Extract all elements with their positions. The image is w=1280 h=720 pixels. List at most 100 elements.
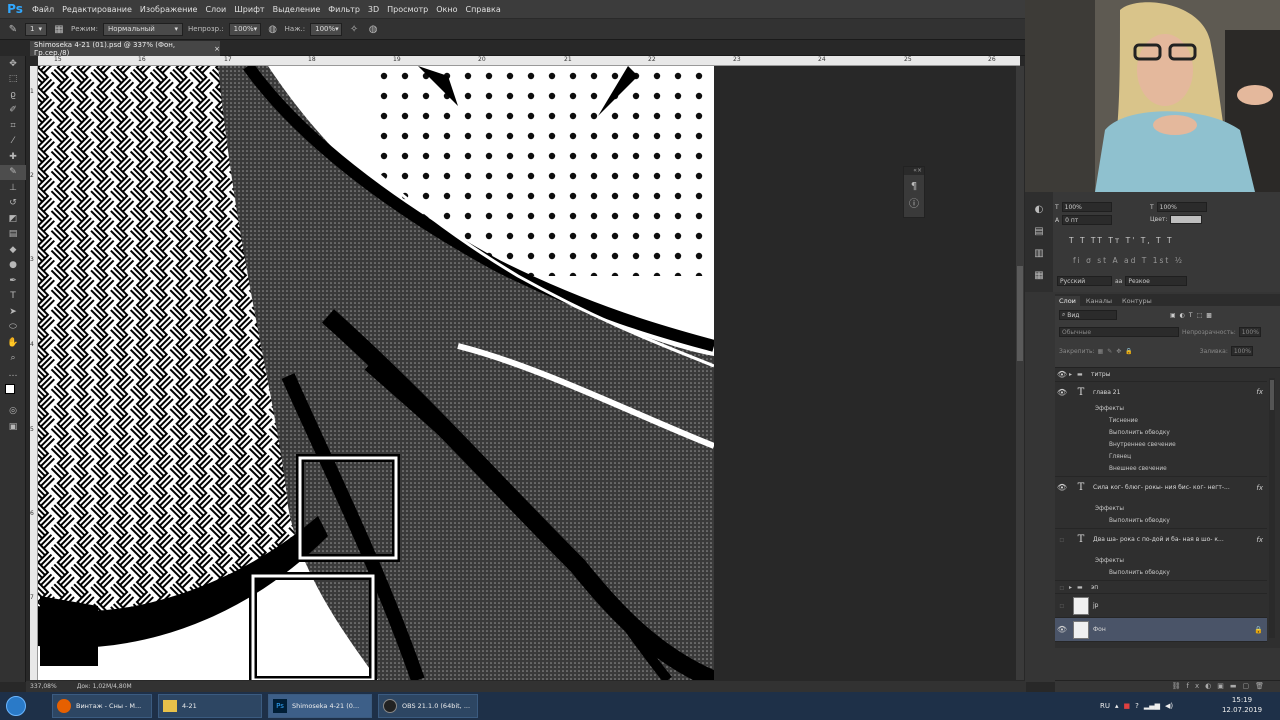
pen-tool-icon[interactable]: ✒ [0,273,26,289]
effect-item[interactable]: Внешнее свечение [1109,466,1167,472]
antialias-select[interactable]: Резкое [1125,276,1188,286]
marquee-tool-icon[interactable]: ⬚ [0,72,26,88]
effect-item[interactable]: Выполнить обводку [1109,518,1170,524]
path-select-tool-icon[interactable]: ➤ [0,304,26,320]
foreground-color-swatch[interactable] [5,383,15,394]
menu-view[interactable]: Просмотр [385,5,434,14]
visibility-eye-icon[interactable]: 👁 [1055,625,1069,634]
help-icon[interactable]: ? [1135,702,1139,710]
vertical-scale-input[interactable]: 100% [1061,202,1112,212]
layers-scrollbar[interactable] [1269,378,1275,638]
character-panel-icon[interactable]: ¶ [907,179,921,193]
fx-icon[interactable]: fx [1256,388,1263,396]
visibility-eye-icon[interactable]: 👁 [1055,388,1069,397]
size-pressure-icon[interactable]: ◍ [366,22,380,36]
manga-artwork[interactable] [38,66,714,680]
text-color-swatch[interactable] [1170,215,1203,224]
gradient-tool-icon[interactable]: ▤ [0,227,26,243]
dodge-tool-icon[interactable]: ● [0,258,26,274]
document-tab[interactable]: Shimoseka 4-21 (01).psd @ 337% (Фон, Гр.… [30,41,220,57]
layer-row[interactable]: 👁 T Сила ког- блюг- рокы- ния бис- ког- … [1055,476,1267,498]
language-select[interactable]: Русский [1057,276,1112,286]
menu-filter[interactable]: Фильтр [326,5,366,14]
effect-item[interactable]: Выполнить обводку [1109,570,1170,576]
expand-arrow-icon[interactable]: ▸ [1069,584,1077,591]
eraser-tool-icon[interactable]: ◩ [0,211,26,227]
lasso-tool-icon[interactable]: ϱ [0,87,26,103]
opacity-pressure-icon[interactable]: ◍ [266,22,280,36]
color-swatches[interactable] [0,382,26,404]
menu-layers[interactable]: Слои [203,5,232,14]
zoom-level[interactable]: 337,08% [30,683,57,690]
layer-action-icons[interactable]: ⛓fx◐▣▬▢🗑 [1172,682,1270,690]
effect-item[interactable]: Внутреннее свечение [1109,442,1176,448]
menu-select[interactable]: Выделение [271,5,327,14]
network-icon[interactable]: ▂▄▆ [1144,702,1160,710]
clock[interactable]: 15:19 12.07.2019 [1214,695,1270,715]
type-tool-icon[interactable]: T [0,289,26,305]
actions-icon[interactable]: ▦ [1032,268,1046,282]
taskbar-obs[interactable]: OBS 21.1.0 (64bit, ... [378,694,478,718]
tab-paths[interactable]: Контуры [1118,296,1156,306]
layer-row[interactable]: ▫ jp [1055,594,1267,618]
visibility-off-icon[interactable]: ▫ [1055,601,1069,610]
shape-tool-icon[interactable]: ⬭ [0,320,26,336]
opacity-input[interactable]: 100% ▾ [228,22,261,36]
adjust-icon[interactable]: ◐ [1032,202,1046,216]
zoom-tool-icon[interactable]: ⌕ [0,351,26,367]
effects-label[interactable]: Эффекты [1095,406,1124,412]
start-button[interactable] [6,696,26,716]
tab-layers[interactable]: Слои [1055,296,1080,306]
mini-panel-close-icon[interactable]: «× [904,167,924,175]
blur-tool-icon[interactable]: ◆ [0,242,26,258]
canvas-area[interactable] [38,66,1018,680]
layers-comp-icon[interactable]: ▥ [1032,246,1046,260]
text-style-buttons[interactable]: T T TT Tт T' T, T T [1069,236,1174,245]
brush-tool-icon[interactable]: ✎ [6,22,20,36]
menu-image[interactable]: Изображение [138,5,204,14]
filter-type-icons[interactable]: ▣◐T⬚▩ [1170,312,1216,319]
mode-select[interactable]: Нормальный ▾ [103,22,184,36]
eyedropper-tool-icon[interactable]: ⁄ [0,134,26,150]
visibility-off-icon[interactable]: ▫ [1055,583,1069,592]
brush-tool-selected-icon[interactable]: ✎ [0,164,26,180]
pressure-input[interactable]: 100% ▾ [310,22,343,36]
quick-mask-icon[interactable]: ◎ [0,404,26,420]
lock-icons[interactable]: ▦✎✥🔒 [1098,348,1137,355]
extra-tools-icon[interactable]: … [0,366,26,382]
vertical-scrollbar[interactable] [1016,66,1024,680]
move-tool-icon[interactable]: ✥ [0,56,26,72]
airbrush-icon[interactable]: ✧ [347,22,361,36]
language-indicator[interactable]: RU [1100,702,1110,710]
menu-file[interactable]: Файл [30,5,60,14]
layer-row[interactable]: 👁 T глава 21 fx [1055,382,1267,402]
brush-panel-icon[interactable]: ▦ [52,22,66,36]
fx-icon[interactable]: fx [1256,484,1263,492]
menu-type[interactable]: Шрифт [232,5,270,14]
visibility-off-icon[interactable]: ▫ [1055,535,1069,544]
hand-tool-icon[interactable]: ✋ [0,335,26,351]
layers-scroll-thumb[interactable] [1270,380,1274,410]
quick-select-tool-icon[interactable]: ✐ [0,103,26,119]
tray-expand-icon[interactable]: ▴ [1115,702,1119,710]
visibility-eye-icon[interactable]: 👁 [1055,483,1069,492]
close-tab-icon[interactable]: × [214,45,220,53]
taskbar-browser[interactable]: Винтаж - Сны - М... [52,694,152,718]
horizontal-scale-input[interactable]: 100% [1156,202,1207,212]
baseline-input[interactable]: 0 пт [1062,215,1113,225]
layer-opacity-input[interactable]: 100% [1238,327,1261,337]
history-icon[interactable]: ▤ [1032,224,1046,238]
opentype-buttons[interactable]: fi σ st A ad T 1st ½ [1073,256,1184,265]
layer-row[interactable]: 👁 ▸ ▬ титры [1055,368,1267,382]
effect-item[interactable]: Тиснение [1109,418,1138,424]
taskbar-folder[interactable]: 4-21 [158,694,262,718]
history-brush-tool-icon[interactable]: ↺ [0,196,26,212]
blend-mode-select[interactable]: Обычные [1059,327,1179,337]
info-panel-icon[interactable]: ⓘ [907,195,921,210]
layer-filter-select[interactable]: ⌕ Вид [1059,310,1117,320]
healing-tool-icon[interactable]: ✚ [0,149,26,165]
crop-tool-icon[interactable]: ⌗ [0,118,26,134]
menu-window[interactable]: Окно [434,5,463,14]
brush-size-picker[interactable]: 1 ▾ [25,22,47,36]
tab-channels[interactable]: Каналы [1081,296,1117,306]
